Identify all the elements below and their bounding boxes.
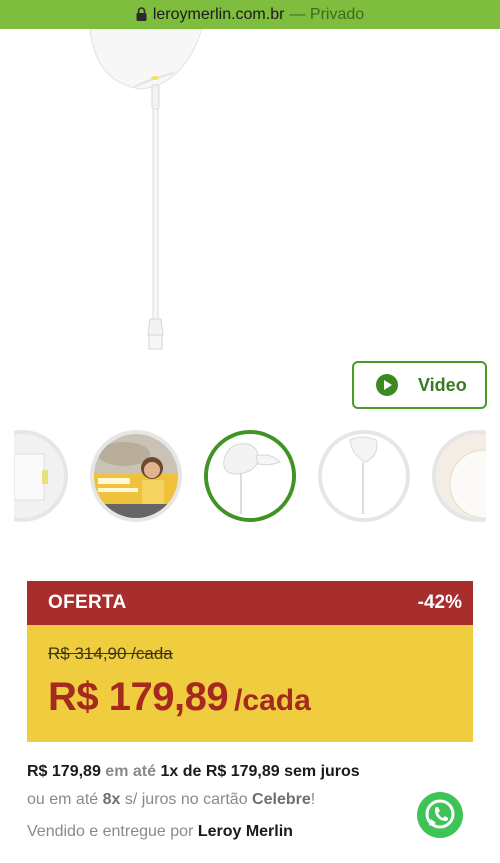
seller-line: Vendido e entregue por Leroy Merlin: [27, 823, 293, 840]
offer-label: OFERTA: [48, 592, 127, 613]
whatsapp-icon: [425, 799, 455, 829]
whatsapp-button[interactable]: [417, 792, 463, 838]
url-domain: leroymerlin.com.br: [152, 5, 285, 23]
seller-name: Leroy Merlin: [197, 823, 293, 840]
card-installment-line: ou em até 8x s/ juros no cartão Celebre!: [27, 791, 316, 808]
video-button[interactable]: Video: [352, 361, 487, 409]
thumbnail-carousel[interactable]: [14, 428, 486, 524]
offer-banner: OFERTA -42%: [27, 581, 473, 625]
discount-badge: -42%: [417, 592, 462, 613]
thumbnail-4[interactable]: [318, 430, 410, 522]
current-price: R$ 179,89/cada: [48, 675, 311, 720]
thumbnail-5[interactable]: [432, 430, 486, 522]
price-box: R$ 314,90 /cada R$ 179,89/cada: [27, 625, 473, 742]
old-price: R$ 314,90 /cada: [48, 644, 173, 663]
thumbnail-1[interactable]: [14, 430, 68, 522]
video-button-label: Video: [418, 374, 467, 395]
thumbnail-3[interactable]: [204, 430, 296, 522]
current-price-value: R$ 179,89: [48, 675, 229, 719]
current-price-unit: /cada: [234, 684, 311, 717]
url-separator: — Privado: [289, 5, 365, 23]
thumbnail-2[interactable]: [90, 430, 182, 522]
installment-line: R$ 179,89 em até 1x de R$ 179,89 sem jur…: [27, 763, 360, 780]
browser-url-bar[interactable]: leroymerlin.com.br — Privado: [0, 0, 500, 29]
lock-icon: [136, 6, 147, 21]
play-icon: [376, 374, 398, 396]
